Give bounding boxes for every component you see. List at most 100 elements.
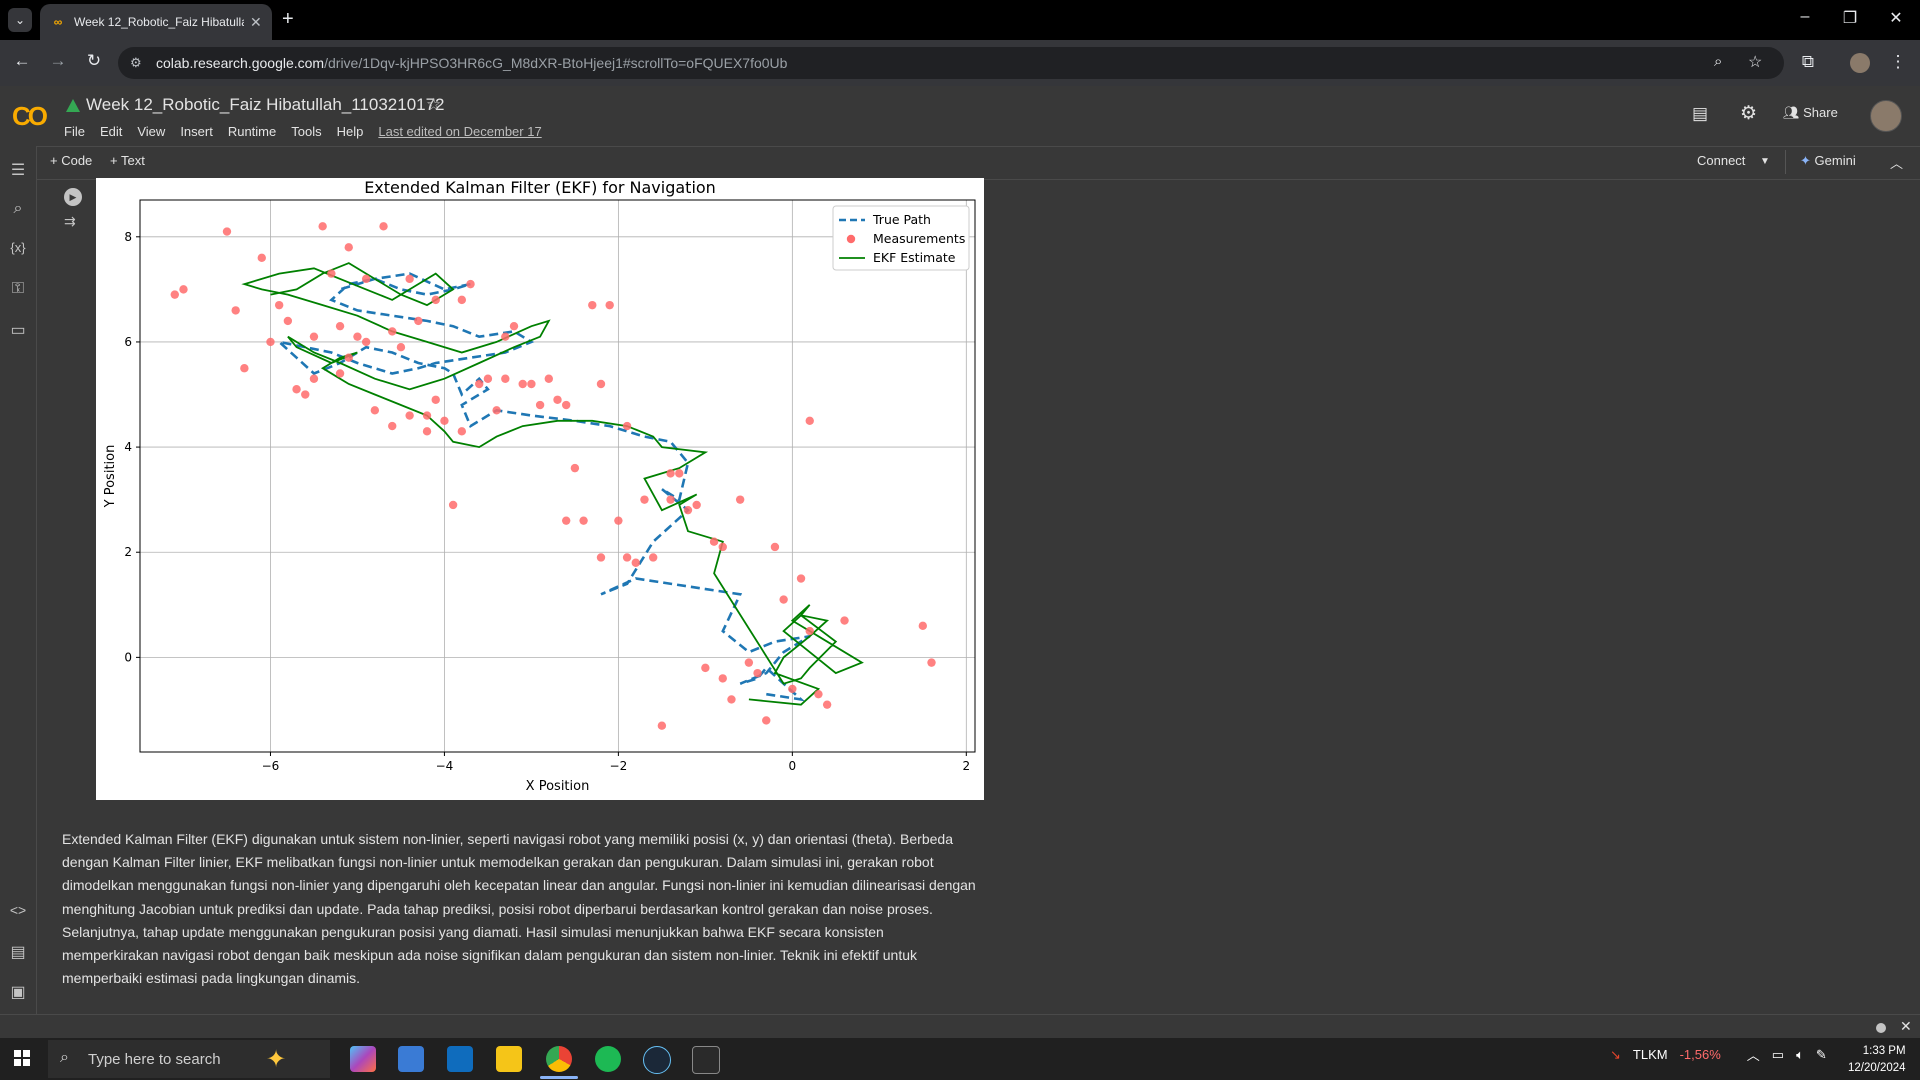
measurement-point — [570, 463, 580, 473]
measurement-point — [614, 516, 623, 525]
measurement-point — [596, 553, 606, 562]
add-code-button[interactable]: + Code — [50, 153, 92, 168]
last-edited-link[interactable]: Last edited on December 17 — [378, 124, 541, 139]
bookmark-star-icon[interactable]: ☆ — [1748, 52, 1762, 72]
menu-view[interactable]: View — [137, 124, 165, 139]
measurement-point — [622, 553, 632, 562]
add-text-button[interactable]: + Text — [110, 153, 145, 168]
measurement-point — [170, 290, 179, 299]
code-snippets-icon[interactable]: <> — [6, 902, 30, 918]
tray-chevron-icon[interactable]: ︿ — [1747, 1045, 1760, 1064]
steam-app-icon[interactable] — [643, 1046, 671, 1074]
table-of-contents-icon[interactable]: ☰ — [6, 160, 30, 180]
store-app-icon[interactable] — [398, 1046, 424, 1072]
star-icon[interactable]: ☆ — [426, 95, 441, 115]
menu-tools[interactable]: Tools — [291, 124, 321, 139]
file-explorer-icon[interactable] — [496, 1046, 522, 1072]
taskbar-clock[interactable]: 1:33 PM 12/20/2024 — [1848, 1043, 1906, 1077]
restore-icon[interactable]: ❐ — [1840, 8, 1860, 28]
files-folder-icon[interactable]: ▭ — [6, 320, 30, 340]
measurement-point — [753, 668, 762, 678]
x-tick-label: 0 — [789, 759, 797, 773]
pen-icon[interactable]: ✎ — [1816, 1047, 1827, 1063]
measurement-point — [431, 395, 440, 404]
colab-favicon-icon: ∞ — [53, 15, 63, 29]
plot-output: Extended Kalman Filter (EKF) for Navigat… — [96, 178, 984, 800]
close-window-icon[interactable]: ✕ — [1886, 8, 1906, 28]
measurement-point — [779, 595, 788, 604]
reload-icon[interactable]: ↻ — [82, 51, 106, 71]
measurement-point — [796, 574, 806, 583]
measurement-point — [918, 621, 928, 631]
tab-search-button[interactable]: ⌄ — [8, 8, 32, 32]
spotify-app-icon[interactable] — [595, 1046, 621, 1072]
zoom-icon[interactable]: ⌕ — [1714, 53, 1722, 70]
variables-icon[interactable]: {x} — [6, 240, 30, 255]
close-status-icon[interactable]: ✕ — [1900, 1018, 1912, 1035]
menu-file[interactable]: File — [64, 124, 85, 139]
menu-runtime[interactable]: Runtime — [228, 124, 276, 139]
secrets-key-icon[interactable]: ⚿ — [6, 280, 30, 298]
measurement-point — [501, 332, 510, 341]
back-icon[interactable]: ← — [10, 51, 34, 71]
outlook-app-icon[interactable] — [447, 1046, 473, 1072]
share-button[interactable]: 👥︎ Share — [1783, 105, 1838, 121]
run-cell-button[interactable]: ▶ — [64, 188, 82, 206]
browser-tab-active[interactable]: ∞ Week 12_Robotic_Faiz Hibatulla ✕ — [40, 4, 272, 40]
measurement-point — [422, 427, 432, 436]
measurement-point — [718, 542, 727, 552]
settings-gear-icon[interactable]: ⚙ — [1740, 102, 1757, 125]
collapse-header-icon[interactable]: ︿ — [1890, 153, 1903, 172]
measurement-point — [631, 558, 640, 567]
url-text: colab.research.google.com/drive/1Dqv-kjH… — [156, 55, 788, 71]
network-icon[interactable]: ▭ — [1772, 1047, 1784, 1063]
taskbar-search[interactable]: ⌕ Type here to search ✦ — [48, 1040, 330, 1078]
connect-button[interactable]: Connect — [1697, 153, 1745, 168]
measurement-point — [492, 406, 501, 415]
measurement-point — [805, 416, 814, 425]
toolbar-divider — [1785, 150, 1786, 174]
colab-logo[interactable]: CO — [12, 101, 48, 132]
measurement-point — [448, 500, 458, 510]
measurement-point — [431, 295, 440, 305]
markdown-text-cell[interactable]: Extended Kalman Filter (EKF) digunakan u… — [62, 828, 982, 990]
gemini-button[interactable]: ✦ Gemini — [1800, 153, 1856, 169]
measurement-point — [501, 374, 510, 383]
new-tab-button[interactable]: + — [282, 8, 294, 31]
epic-games-icon[interactable] — [692, 1046, 720, 1074]
windows-start-icon[interactable] — [14, 1050, 30, 1066]
menu-bar: File Edit View Insert Runtime Tools Help… — [64, 124, 542, 139]
y-tick-label: 4 — [124, 440, 132, 454]
menu-insert[interactable]: Insert — [180, 124, 213, 139]
site-info-icon[interactable]: ⚙ — [130, 55, 142, 71]
terminal-icon[interactable]: ▣ — [6, 982, 30, 1002]
stock-ticker[interactable]: TLKM — [1633, 1047, 1668, 1062]
volume-icon[interactable]: 🔈︎ — [1796, 1047, 1804, 1063]
comments-icon[interactable]: ▤ — [1692, 104, 1708, 124]
extensions-icon[interactable]: ⧉ — [1796, 52, 1820, 72]
measurement-point — [335, 369, 345, 378]
measurement-point — [388, 421, 397, 431]
measurement-point — [709, 537, 719, 546]
cell-toolbar — [36, 146, 1920, 180]
menu-edit[interactable]: Edit — [100, 124, 122, 139]
copilot-app-icon[interactable] — [350, 1046, 376, 1072]
close-tab-icon[interactable]: ✕ — [250, 14, 262, 31]
browser-menu-icon[interactable]: ⋮ — [1886, 52, 1910, 72]
forward-icon[interactable]: → — [46, 51, 70, 71]
notebook-title[interactable]: Week 12_Robotic_Faiz Hibatullah_11032101… — [86, 95, 445, 115]
command-palette-icon[interactable]: ▤ — [6, 942, 30, 962]
chrome-app-icon[interactable] — [546, 1046, 572, 1072]
minimize-icon[interactable]: – — [1795, 8, 1815, 26]
connect-dropdown-icon[interactable]: ▼ — [1760, 156, 1770, 167]
profile-avatar[interactable] — [1850, 53, 1870, 73]
copilot-sparkle-icon: ✦ — [266, 1046, 287, 1073]
menu-help[interactable]: Help — [337, 124, 364, 139]
address-bar[interactable]: ⚙ colab.research.google.com/drive/1Dqv-k… — [118, 47, 1784, 79]
measurement-point — [231, 306, 240, 315]
output-actions-icon[interactable]: ⇉ — [64, 213, 76, 230]
user-avatar[interactable] — [1870, 100, 1902, 132]
search-icon[interactable]: ⌕ — [6, 200, 30, 218]
measurement-point — [640, 495, 649, 504]
measurement-point — [274, 300, 284, 310]
